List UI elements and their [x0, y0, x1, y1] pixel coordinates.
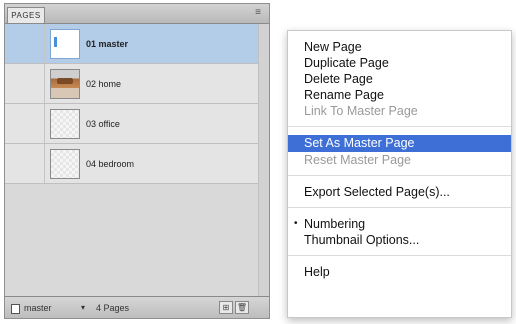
menu-item-export-selected-pages[interactable]: Export Selected Page(s)...	[288, 184, 511, 200]
page-icon	[11, 303, 20, 314]
page-thumbnail[interactable]	[50, 149, 80, 179]
menu-item-thumbnail-options[interactable]: Thumbnail Options...	[288, 232, 511, 248]
page-thumbnail[interactable]	[50, 69, 80, 99]
page-row-master[interactable]: 01 master	[5, 24, 269, 64]
row-gutter	[5, 104, 45, 143]
row-gutter	[5, 64, 45, 103]
pages-panel: PAGES ≡ 01 master 02 home 03 office 04 b…	[4, 3, 270, 319]
menu-item-rename-page[interactable]: Rename Page	[288, 87, 511, 103]
menu-separator	[288, 255, 511, 256]
panel-footer: master ▾ 4 Pages ⊞ 🗑	[5, 296, 269, 318]
menu-item-label: Numbering	[304, 217, 366, 231]
menu-item-duplicate-page[interactable]: Duplicate Page	[288, 55, 511, 71]
panel-header: PAGES ≡	[5, 4, 269, 24]
menu-item-new-page[interactable]: New Page	[288, 39, 511, 55]
page-label: 02 home	[86, 79, 122, 89]
page-count: 4 Pages	[96, 303, 130, 313]
new-page-icon[interactable]: ⊞	[219, 301, 233, 314]
trash-icon[interactable]: 🗑	[235, 301, 249, 314]
menu-item-link-to-master-page: Link To Master Page	[304, 104, 418, 118]
master-name: master	[24, 303, 52, 313]
master-selector[interactable]: master	[11, 301, 52, 315]
page-label: 01 master	[86, 39, 129, 49]
page-label: 03 office	[86, 119, 120, 129]
row-gutter	[5, 144, 45, 183]
menu-item-delete-page[interactable]: Delete Page	[288, 71, 511, 87]
chevron-down-icon[interactable]: ▾	[81, 301, 85, 315]
page-list: 01 master 02 home 03 office 04 bedroom	[5, 24, 269, 296]
page-thumbnail[interactable]	[50, 109, 80, 139]
panel-context-menu: New Page Duplicate Page Delete Page Rena…	[287, 30, 512, 318]
page-row-bedroom[interactable]: 04 bedroom	[5, 144, 269, 184]
menu-item-set-as-master-page[interactable]: Set As Master Page	[288, 135, 511, 152]
menu-item-numbering[interactable]: • Numbering	[288, 216, 511, 232]
panel-menu-icon[interactable]: ≡	[251, 8, 265, 18]
page-label: 04 bedroom	[86, 159, 135, 169]
page-row-office[interactable]: 03 office	[5, 104, 269, 144]
row-gutter	[5, 24, 45, 63]
page-thumbnail[interactable]	[50, 29, 80, 59]
menu-separator	[288, 126, 511, 127]
menu-separator	[288, 175, 511, 176]
menu-item-help[interactable]: Help	[288, 264, 511, 280]
menu-separator	[288, 207, 511, 208]
tab-pages[interactable]: PAGES	[7, 7, 45, 23]
scrollbar[interactable]	[258, 24, 269, 296]
checkmark-icon: •	[294, 218, 298, 229]
menu-item-reset-master-page: Reset Master Page	[304, 153, 411, 167]
page-row-home[interactable]: 02 home	[5, 64, 269, 104]
